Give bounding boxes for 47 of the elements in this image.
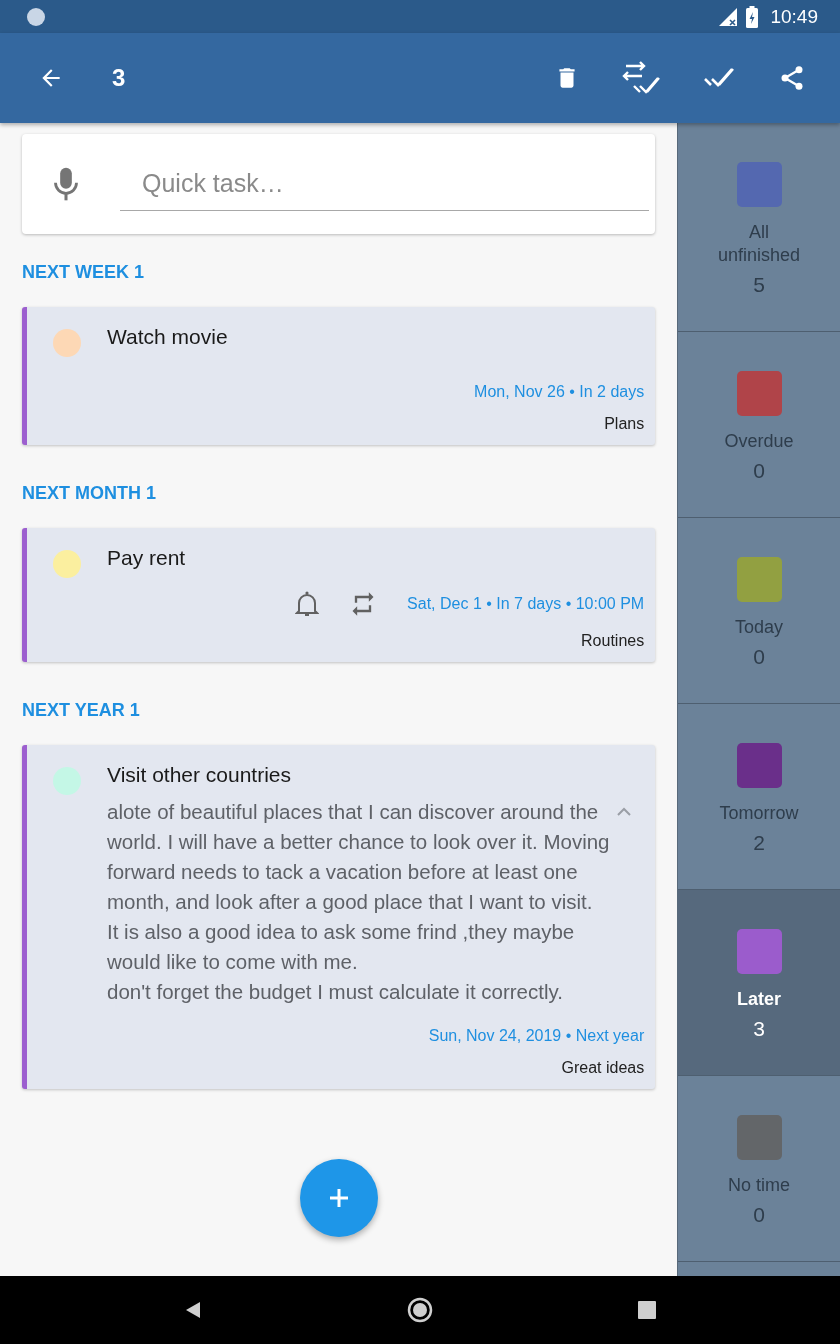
group-heading: NEXT WEEK 1 [22, 262, 146, 283]
list-count: 0 [753, 459, 765, 483]
task-note: alote of beautiful places that I can discover around the world. I will have a better chance to look over it. Moving forward needs to tack a vacation before at least one month, and look after a good place that I want to visit. It is also a good idea to ask some frind ,they maybe would like to come with me. don't forget the budget I must calculate it correctly. [107, 799, 611, 1005]
list-label: Today [734, 616, 785, 639]
list-count: 3 [753, 1017, 765, 1041]
battery-icon [746, 5, 759, 28]
task-title: Watch movie [107, 325, 229, 349]
task-due-date: Mon, Nov 26 • In 2 days [474, 383, 645, 401]
microphone-button[interactable] [52, 166, 80, 202]
list-label: Tomorrow [718, 802, 800, 825]
sidebar-item[interactable]: Overdue 0 [678, 332, 840, 518]
add-task-button[interactable] [299, 1159, 378, 1237]
list-count: 2 [753, 831, 765, 855]
list-label: Overdue [723, 430, 795, 453]
quick-task-input[interactable]: Quick task… [120, 157, 650, 211]
list-label: Later [736, 988, 783, 1011]
task-card[interactable] [22, 745, 656, 1089]
task-card[interactable]: Pay rent Sat, Dec 1 • In 7 days • 10:00 PM Routines [22, 528, 656, 662]
quick-task-field[interactable]: Quick task… [22, 134, 656, 234]
back-nav-icon[interactable] [184, 1300, 202, 1320]
sidebar-item[interactable]: Later 3 [678, 890, 840, 1076]
sidebar-item[interactable]: Today 0 [678, 518, 840, 704]
task-due-date: Sun, Nov 24, 2019 • Next year [428, 1027, 645, 1045]
task-list-name: Plans [603, 415, 645, 433]
signal-icon [718, 6, 739, 27]
list-count: 0 [753, 1203, 765, 1227]
sidebar-item[interactable]: Tomorrow 2 [678, 704, 840, 890]
clock-time: 10:49 [770, 5, 818, 28]
sidebar-item[interactable]: No time 0 [678, 1076, 840, 1262]
sidebar-item[interactable]: All unfinished 5 [678, 123, 840, 332]
list-count: 0 [753, 645, 765, 669]
selection-count: 3 [112, 64, 126, 92]
task-title: Visit other countries [107, 763, 293, 787]
task-card[interactable]: Watch movie Mon, Nov 26 • In 2 days Plans [22, 307, 656, 445]
list-label: All unfinished [717, 221, 802, 267]
list-count: 5 [753, 273, 765, 297]
group-heading: NEXT MONTH 1 [22, 483, 157, 504]
notification-dot-icon [26, 6, 46, 27]
group-heading: NEXT YEAR 1 [22, 700, 141, 721]
task-list-name: Routines [580, 632, 645, 650]
list-label: No time [727, 1174, 792, 1197]
task-due-date: Sat, Dec 1 • In 7 days • 10:00 PM [407, 595, 645, 613]
task-title: Pay rent [107, 546, 187, 570]
microphone-icon [52, 166, 80, 202]
task-list-name: Great ideas [560, 1059, 645, 1077]
home-nav-icon[interactable] [407, 1297, 433, 1323]
plus-icon [327, 1187, 350, 1209]
